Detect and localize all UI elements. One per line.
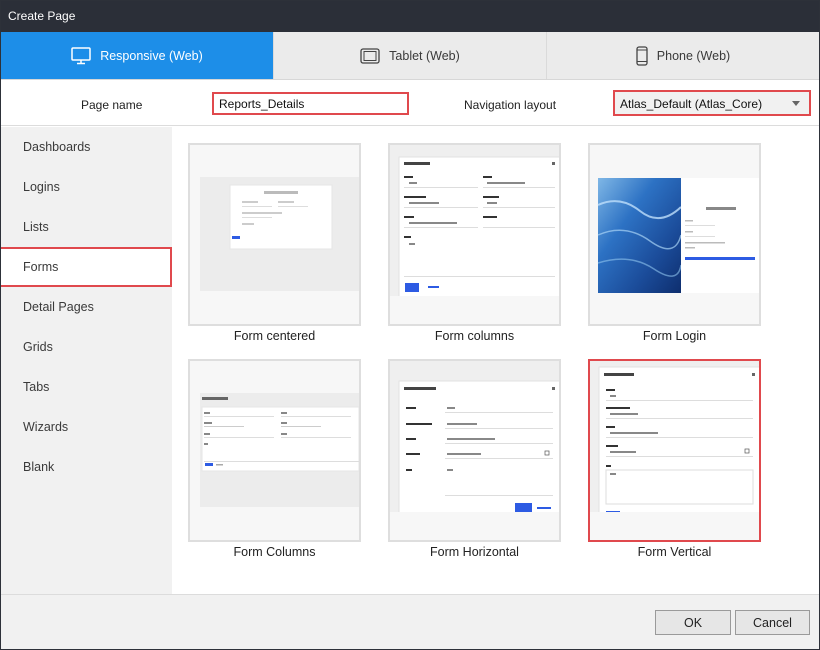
navigation-layout-label: Navigation layout (464, 98, 557, 112)
template-label: Form Vertical (637, 545, 712, 559)
tab-label: Tablet (Web) (389, 48, 460, 63)
ok-button[interactable]: OK (655, 610, 731, 635)
page-name-label: Page name (81, 98, 143, 112)
tablet-icon (360, 47, 380, 64)
cancel-button[interactable]: Cancel (735, 610, 810, 635)
window-title: Create Page (1, 1, 819, 32)
template-card-form-centered[interactable] (188, 143, 361, 326)
monitor-icon (71, 46, 91, 65)
phone-icon (636, 45, 648, 66)
tab-tablet-web[interactable]: Tablet (Web) (273, 32, 546, 79)
tab-label: Responsive (Web) (100, 48, 203, 63)
sidebar-item-wizards[interactable]: Wizards (1, 407, 172, 447)
sidebar-item-lists[interactable]: Lists (1, 207, 172, 247)
template-gallery: Form centered Form columns Form Login Fo… (172, 127, 819, 594)
form-login-thumbnail (590, 145, 759, 296)
template-label: Form columns (434, 329, 515, 343)
template-card-form-login[interactable] (588, 143, 761, 326)
sidebar-item-grids[interactable]: Grids (1, 327, 172, 367)
dropdown-arrow-icon (792, 101, 800, 106)
sidebar-item-blank[interactable]: Blank (1, 447, 172, 487)
category-sidebar: Dashboards Logins Lists Forms Detail Pag… (1, 127, 172, 594)
device-tabs: Responsive (Web) Tablet (Web) Phone (Web… (1, 32, 819, 80)
form-centered-thumbnail (190, 145, 359, 296)
tab-label: Phone (Web) (656, 48, 731, 63)
sidebar-item-logins[interactable]: Logins (1, 167, 172, 207)
navigation-layout-value: Atlas_Default (Atlas_Core) (620, 97, 763, 111)
template-card-form-vertical[interactable] (588, 359, 761, 542)
template-label: Form Columns (233, 545, 316, 559)
template-card-form-columns-2[interactable] (188, 359, 361, 542)
form-columns-2-thumbnail (190, 361, 359, 512)
template-label: Form Login (642, 329, 707, 343)
navigation-layout-select[interactable]: Atlas_Default (Atlas_Core) (613, 90, 811, 116)
create-page-dialog: Create Page Responsive (Web) Tablet (Web… (0, 0, 820, 650)
sidebar-item-forms[interactable]: Forms (1, 247, 172, 287)
sidebar-item-dashboards[interactable]: Dashboards (1, 127, 172, 167)
tab-phone-web[interactable]: Phone (Web) (546, 32, 819, 79)
form-columns-thumbnail (390, 145, 559, 296)
template-label: Form centered (233, 329, 316, 343)
template-label: Form Horizontal (430, 545, 519, 559)
sidebar-item-detail-pages[interactable]: Detail Pages (1, 287, 172, 327)
template-card-form-horizontal[interactable] (388, 359, 561, 542)
form-horizontal-thumbnail (390, 361, 559, 512)
form-vertical-thumbnail (590, 361, 759, 512)
page-name-input[interactable] (212, 92, 409, 115)
sidebar-item-tabs[interactable]: Tabs (1, 367, 172, 407)
template-card-form-columns[interactable] (388, 143, 561, 326)
tab-responsive-web[interactable]: Responsive (Web) (1, 32, 273, 79)
